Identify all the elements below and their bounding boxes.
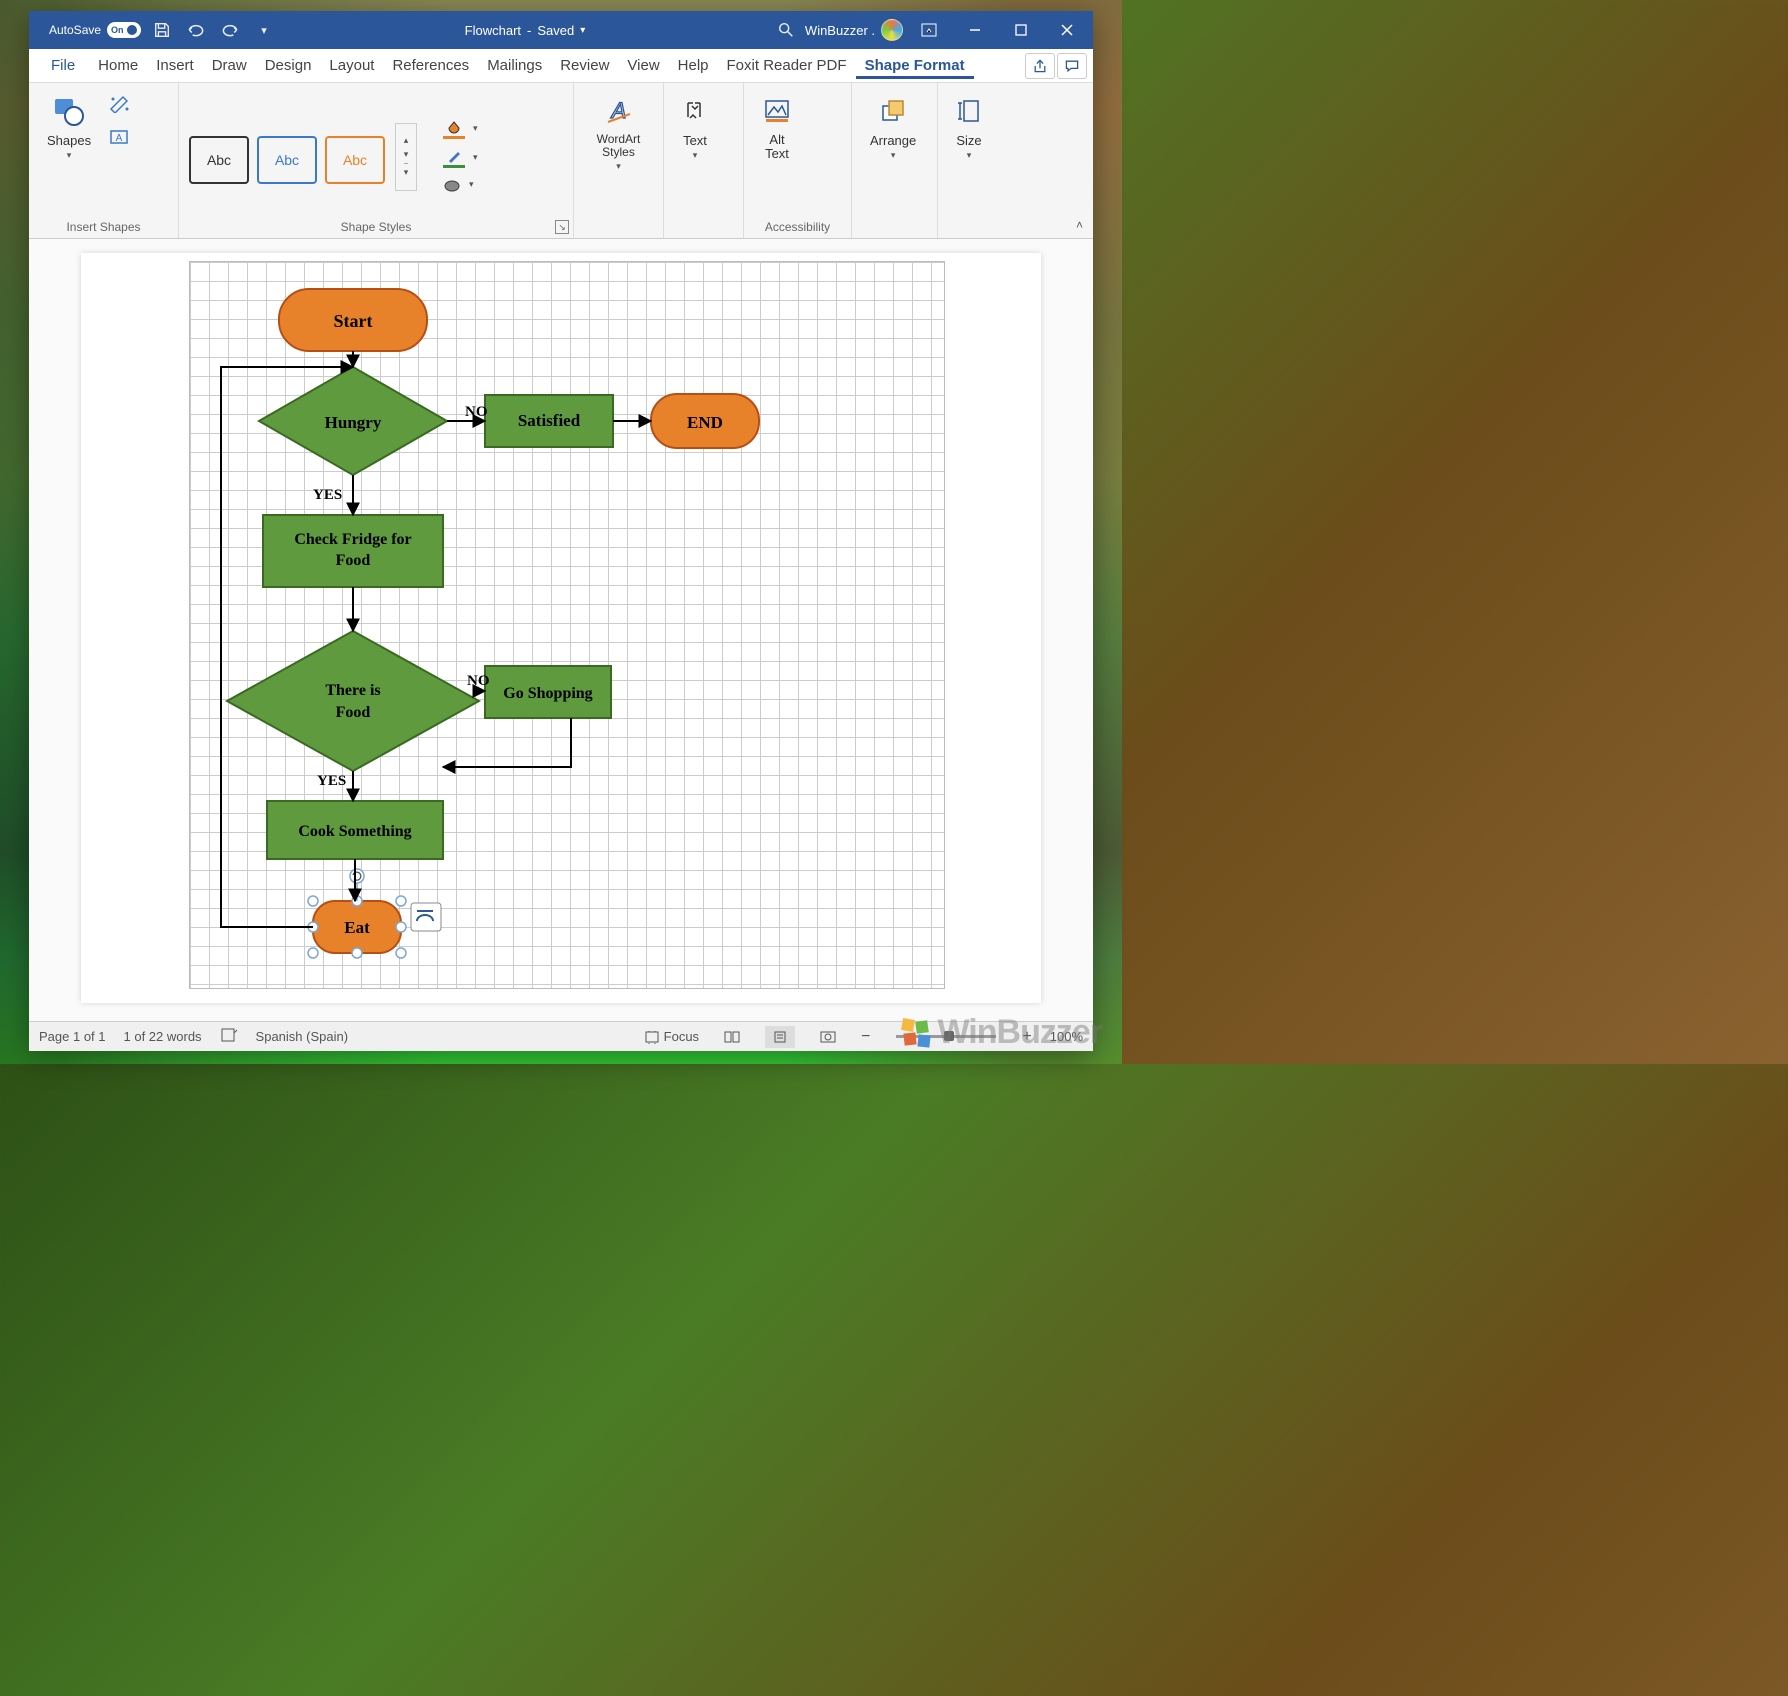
tab-home[interactable]: Home	[89, 52, 147, 79]
comments-icon[interactable]	[1057, 53, 1087, 79]
edit-shape-icon[interactable]	[109, 95, 131, 118]
watermark: WinBuzzer	[900, 1013, 1102, 1052]
ribbon-panel: Shapes▾ A Insert Shapes Abc Abc Abc ▴▾▾ …	[29, 83, 1093, 239]
focus-mode[interactable]: Focus	[644, 1029, 699, 1044]
tab-references[interactable]: References	[383, 52, 478, 79]
language-indicator[interactable]: Spanish (Spain)	[256, 1029, 349, 1044]
alt-text-button[interactable]: AltText	[754, 89, 800, 166]
titlebar: AutoSave On ▾ Flowchart - Saved ▾ WinBuz…	[29, 11, 1093, 49]
zoom-out-icon[interactable]: −	[861, 1028, 870, 1046]
proofing-icon[interactable]	[220, 1027, 238, 1046]
ribbon-tabs: File Home Insert Draw Design Layout Refe…	[29, 49, 1093, 83]
shapes-button[interactable]: Shapes▾	[39, 89, 99, 165]
save-state: Saved	[537, 23, 574, 38]
tab-mailings[interactable]: Mailings	[478, 52, 551, 79]
shape-outline-button[interactable]: ▾	[443, 149, 478, 168]
style-thumb-3[interactable]: Abc	[325, 136, 385, 184]
tab-review[interactable]: Review	[551, 52, 618, 79]
read-mode-icon[interactable]	[717, 1026, 747, 1048]
account-avatar-icon[interactable]	[881, 19, 903, 41]
ribbon-display-icon[interactable]	[909, 11, 949, 49]
shape-style-gallery[interactable]: Abc Abc Abc	[189, 124, 385, 184]
text-box-icon[interactable]: A	[109, 128, 131, 151]
size-button[interactable]: Size▾	[948, 89, 990, 165]
word-window: AutoSave On ▾ Flowchart - Saved ▾ WinBuz…	[29, 11, 1093, 1051]
page-indicator[interactable]: Page 1 of 1	[39, 1029, 106, 1044]
accessibility-group-label: Accessibility	[754, 218, 841, 236]
wordart-styles-button[interactable]: A WordArt Styles▾	[584, 89, 653, 176]
close-button[interactable]	[1047, 11, 1087, 49]
page: Start Hungry Satisfied END Check Fridge …	[81, 253, 1041, 1003]
shape-styles-group-label: Shape Styles	[189, 218, 563, 236]
autosave-label: AutoSave	[49, 23, 101, 37]
style-thumb-1[interactable]: Abc	[189, 136, 249, 184]
share-icon[interactable]	[1025, 53, 1055, 79]
tab-design[interactable]: Design	[256, 52, 321, 79]
save-icon[interactable]	[149, 17, 175, 43]
title-dropdown-icon[interactable]: ▾	[580, 25, 585, 36]
maximize-button[interactable]	[1001, 11, 1041, 49]
tab-file[interactable]: File	[37, 52, 89, 79]
minimize-button[interactable]	[955, 11, 995, 49]
word-count[interactable]: 1 of 22 words	[124, 1029, 202, 1044]
text-button[interactable]: Text▾	[674, 89, 716, 165]
document-title: Flowchart	[465, 23, 521, 38]
gallery-more-icon[interactable]: ▴▾▾	[395, 123, 417, 191]
arrange-button[interactable]: Arrange▾	[862, 89, 924, 165]
style-thumb-2[interactable]: Abc	[257, 136, 317, 184]
redo-icon[interactable]	[217, 17, 243, 43]
svg-text:A: A	[116, 133, 123, 144]
tab-help[interactable]: Help	[669, 52, 718, 79]
tab-view[interactable]: View	[618, 52, 668, 79]
print-layout-icon[interactable]	[765, 1026, 795, 1048]
collapse-ribbon-icon[interactable]: ˄	[1076, 218, 1083, 232]
autosave-toggle[interactable]: AutoSave On	[49, 22, 141, 38]
insert-shapes-group-label: Insert Shapes	[39, 218, 168, 236]
tab-foxit[interactable]: Foxit Reader PDF	[718, 52, 856, 79]
qat-more-icon[interactable]: ▾	[251, 17, 277, 43]
drawing-canvas[interactable]	[189, 261, 945, 989]
dialog-launcher-icon[interactable]: ↘	[555, 220, 569, 234]
tab-layout[interactable]: Layout	[320, 52, 383, 79]
tab-draw[interactable]: Draw	[203, 52, 256, 79]
search-icon[interactable]	[773, 17, 799, 43]
account-name[interactable]: WinBuzzer .	[805, 23, 875, 38]
undo-icon[interactable]	[183, 17, 209, 43]
shape-effects-button[interactable]: ▾	[443, 178, 478, 194]
tab-insert[interactable]: Insert	[147, 52, 203, 79]
web-layout-icon[interactable]	[813, 1026, 843, 1048]
document-area[interactable]: Start Hungry Satisfied END Check Fridge …	[29, 239, 1093, 1021]
tab-shape-format[interactable]: Shape Format	[856, 52, 974, 79]
shape-fill-button[interactable]: ▾	[443, 120, 478, 139]
